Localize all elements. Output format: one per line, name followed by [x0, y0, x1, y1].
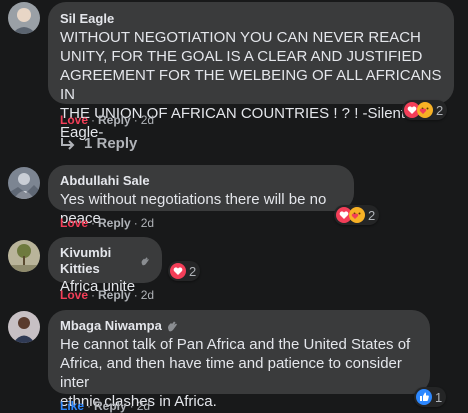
- timestamp[interactable]: 2d: [137, 399, 150, 413]
- separator: ·: [133, 216, 138, 230]
- timestamp[interactable]: 2d: [141, 113, 154, 127]
- reply-button[interactable]: Reply: [98, 113, 131, 127]
- separator: ·: [91, 288, 96, 302]
- reply-arrow-icon: [61, 137, 75, 150]
- reaction-count: 2: [436, 102, 444, 118]
- reaction-count: 1: [435, 389, 443, 405]
- care-icon: [349, 207, 365, 223]
- separator: ·: [129, 399, 134, 413]
- avatar[interactable]: [8, 167, 40, 199]
- view-replies-button[interactable]: 1 Reply: [60, 135, 137, 152]
- comment-author[interactable]: Mbaga Niwampa: [60, 318, 178, 334]
- comment-author[interactable]: Sil Eagle: [60, 11, 114, 27]
- comment-actions: Love · Reply · 2d: [60, 216, 154, 230]
- reactions-summary[interactable]: 2: [402, 100, 448, 120]
- wave-icon: [141, 257, 150, 266]
- comment-bubble: Mbaga Niwampa He cannot talk of Pan Afri…: [48, 310, 430, 410]
- reply-button[interactable]: Reply: [98, 216, 131, 230]
- reaction-count: 2: [368, 207, 376, 223]
- reactions-summary[interactable]: 1: [414, 387, 447, 407]
- avatar[interactable]: [8, 311, 40, 343]
- reactions-summary[interactable]: 2: [168, 261, 201, 281]
- avatar-photo-icon: [8, 167, 40, 199]
- separator: ·: [87, 399, 92, 413]
- reaction-count: 2: [189, 263, 197, 279]
- comment-bubble: Abdullahi Sale Yes without negotiations …: [48, 165, 354, 227]
- avatar-photo-icon: [8, 311, 40, 343]
- timestamp[interactable]: 2d: [141, 216, 154, 230]
- separator: ·: [133, 113, 138, 127]
- replies-label: 1 Reply: [84, 135, 138, 152]
- avatar[interactable]: [8, 2, 40, 34]
- comment-author[interactable]: Abdullahi Sale: [60, 173, 150, 189]
- wave-icon: [167, 321, 177, 332]
- avatar-photo-icon: [8, 240, 40, 272]
- separator: ·: [133, 288, 138, 302]
- love-reaction-button[interactable]: Love: [60, 113, 88, 127]
- love-reaction-button[interactable]: Love: [60, 288, 88, 302]
- reactions-summary[interactable]: 2: [334, 205, 380, 225]
- reply-button[interactable]: Reply: [94, 399, 127, 413]
- like-icon: [416, 389, 432, 405]
- care-icon: [417, 102, 433, 118]
- avatar-photo-icon: [8, 2, 40, 34]
- comment-author[interactable]: Kivumbi Kitties: [60, 245, 150, 277]
- comment-actions: Love · Reply · 2d: [60, 288, 154, 302]
- separator: ·: [91, 216, 96, 230]
- separator: ·: [91, 113, 96, 127]
- comment-actions: Love · Reply · 2d: [60, 113, 154, 127]
- timestamp[interactable]: 2d: [141, 288, 154, 302]
- comment-actions: Like · Reply · 2d: [60, 399, 150, 413]
- comment-bubble: Kivumbi Kitties Africa unite: [48, 237, 162, 295]
- avatar[interactable]: [8, 240, 40, 272]
- love-icon: [170, 263, 186, 279]
- comment-bubble: Sil Eagle WITHOUT NEGOTIATION YOU CAN NE…: [48, 2, 454, 141]
- like-reaction-button[interactable]: Like: [60, 399, 84, 413]
- love-reaction-button[interactable]: Love: [60, 216, 88, 230]
- reply-button[interactable]: Reply: [98, 288, 131, 302]
